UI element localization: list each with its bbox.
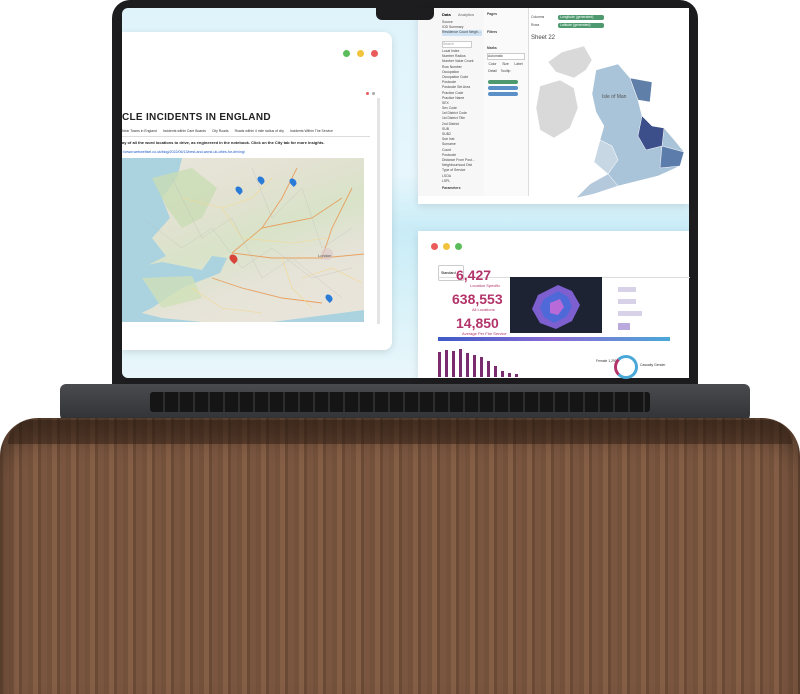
detail-button[interactable]: Detail [487,69,498,74]
data-pane: Data Analytics Source IOD Summary Reside… [418,8,485,196]
window-close-dot[interactable] [371,50,378,57]
search-input[interactable]: Search [442,41,472,48]
hbar [618,287,636,292]
vbar [473,355,476,377]
tab-roads-radius[interactable]: Roads within 4 mile radius of city [235,129,284,134]
marks-pill[interactable] [488,80,518,84]
tab-near-towns[interactable]: Near Towns in England [122,129,157,134]
filters-shelf-label: Filters [487,30,498,34]
horizontal-bar-chart[interactable] [618,277,670,335]
field-item[interactable]: LSPL [442,179,482,184]
stat-value-location: 6,427 [456,267,492,283]
tab-city-roads[interactable]: City Roads [212,129,229,134]
vbar [438,352,441,377]
field-list: Local Index Number Radius Number Value Cou… [442,49,482,184]
stat-label-avg: Average Per Fire Service [462,331,507,336]
vbar [494,366,497,377]
donut-left-label: Female 1,291 [596,359,617,363]
marks-card-label: Marks [487,46,497,50]
map-region-scotland[interactable] [547,45,593,79]
rows-pill[interactable]: Latitude (generated) [558,23,604,29]
parameters-section: Parameters [442,186,482,191]
gender-donut-chart[interactable] [614,355,638,379]
article-link[interactable]: ://www.webweltsel.co.uk/blog/2022/06/13/… [122,150,370,154]
window-close-dot[interactable] [431,243,438,250]
parameters-label: Parameters [442,186,461,190]
marks-pill-2[interactable] [488,86,518,90]
hbar [618,299,636,304]
map-city-label: London [318,253,331,258]
columns-shelf-label: Columns [531,15,545,19]
shelves-pane: Pages Filters Marks Automatic Color Size… [484,8,529,196]
vbar [508,372,511,377]
hbar-highlighted [618,323,630,330]
hex-heatmap-svg [532,285,580,329]
english-channel [272,310,364,322]
color-scale [438,337,670,341]
camera-notch [376,8,434,20]
sheet-title: Sheet 22 [531,35,556,41]
columns-pill[interactable]: Longitude (generated) [558,15,604,21]
vbar [480,356,483,377]
tab-care-boards[interactable]: Incidents within Care Boards [163,129,206,134]
dashboard-window: Standard 6,427 Location Specific 638,553… [418,231,690,379]
stat-label-location: Location Specific [470,283,501,288]
vbar [459,349,462,377]
stat-value-all: 638,553 [452,291,503,307]
rows-shelf-label: Rows [531,23,540,27]
description-text: ay of all the word locations to drive, a… [122,140,325,145]
marks-pill-3[interactable] [488,92,518,96]
vbar [515,373,518,377]
label-button[interactable]: Label [513,62,524,67]
england-map[interactable]: London [122,158,364,322]
vbar [501,370,504,377]
data-tab[interactable]: Data [442,12,451,17]
mark-buttons: Color Size Label Detail Tooltip [487,62,525,74]
choropleth-map[interactable]: Isle of Man [534,42,689,200]
size-button[interactable]: Size [500,62,511,67]
vbar [466,353,469,377]
vertical-bar-chart[interactable] [438,347,548,377]
hbar [618,311,642,316]
stat-value-avg: 14,850 [456,315,499,331]
small-status-dot [366,92,369,95]
hex-heatmap[interactable] [510,277,602,333]
tab-incidents-service[interactable]: Incidents Within The Service [290,129,333,134]
tableau-window: Data Analytics Source IOD Summary Reside… [418,8,689,204]
datasource-list: Source IOD Summary Residence Count Neigh… [442,20,482,36]
wooden-stand [0,418,800,694]
mark-type-select[interactable]: Automatic [487,53,525,61]
vbar [445,350,448,377]
small-status-dot-2 [372,92,375,95]
window-maximize-dot[interactable] [343,50,350,57]
tooltip-button[interactable]: Tooltip [500,69,511,74]
tab-divider [122,136,370,137]
stat-label-all: All Locations [472,307,495,312]
datasource-item[interactable]: Residence Count Neigh... [442,30,482,36]
scrollbar-track[interactable] [377,98,380,324]
map-label-isle-of-man: Isle of Man [602,94,627,100]
vbar [452,351,455,377]
donut-right-label: Casualty Gender [640,363,666,367]
window-minimize-dot[interactable] [443,243,450,250]
tab-bar: Near Towns in England Incidents within C… [122,129,370,134]
color-button[interactable]: Color [487,62,498,67]
pages-shelf-label: Pages [487,12,497,16]
analytics-tab[interactable]: Analytics [458,12,474,17]
keyboard [150,392,650,412]
window-maximize-dot[interactable] [455,243,462,250]
map-region-ireland[interactable] [535,79,579,139]
page-title: CLE INCIDENTS IN ENGLAND [122,112,271,123]
vbar [487,360,490,377]
window-minimize-dot[interactable] [357,50,364,57]
stand-shadow [8,420,792,444]
